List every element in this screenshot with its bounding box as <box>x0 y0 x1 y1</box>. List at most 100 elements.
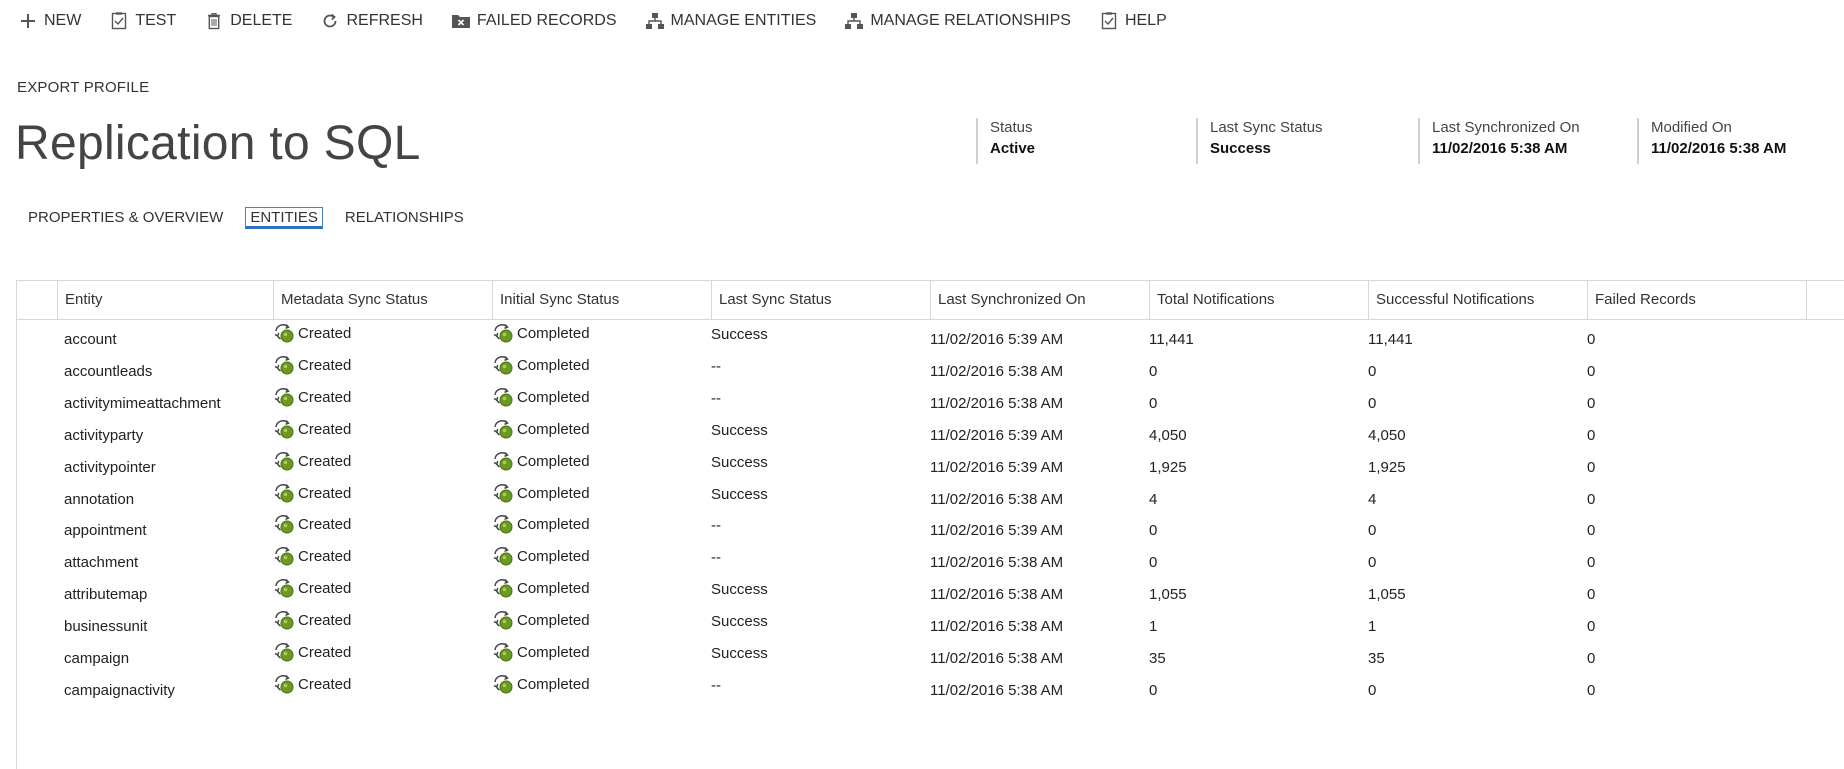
cell-value: -- <box>711 549 721 567</box>
cell-value: 11,441 <box>1149 331 1194 348</box>
sync-status-label: Completed <box>517 675 590 693</box>
cell-value: 0 <box>1587 458 1596 476</box>
help-doc-icon <box>1099 11 1119 31</box>
refresh-button[interactable]: REFRESH <box>320 11 423 31</box>
sync-status: Created <box>273 545 351 567</box>
cell-value: -- <box>711 357 721 375</box>
cell-value: 4,050 <box>1368 426 1406 444</box>
header-field-modified-on: Modified On 11/02/2016 5:38 AM <box>1637 118 1786 164</box>
cell-entity[interactable]: campaignactivity <box>64 670 280 707</box>
new-button-label: NEW <box>44 12 82 29</box>
refresh-button-label: REFRESH <box>346 12 423 29</box>
cell-value: 11/02/2016 5:38 AM <box>930 490 1064 508</box>
sync-status: Completed <box>492 482 590 504</box>
sync-status-label: Completed <box>517 325 590 342</box>
sync-status: Created <box>273 609 351 631</box>
sync-status: Completed <box>492 673 590 695</box>
cell-metadata-sync-status: Created <box>273 670 492 707</box>
column-header-initial-sync-status[interactable]: Initial Sync Status <box>492 281 711 319</box>
sync-success-icon <box>273 513 295 535</box>
table-row[interactable]: campaignactivity Created Completed -- 11/02/… <box>17 670 1844 708</box>
sync-status-label: Completed <box>517 484 590 502</box>
cell-value: 0 <box>1587 426 1596 444</box>
refresh-icon <box>320 11 340 31</box>
sync-status: Completed <box>492 545 590 567</box>
sync-status: Completed <box>492 577 590 599</box>
cell-value: campaign <box>64 650 130 667</box>
cell-value: Success <box>711 581 768 599</box>
cell-value: 0 <box>1368 394 1377 412</box>
column-header-failed-records[interactable]: Failed Records <box>1587 281 1806 319</box>
column-header-metadata-sync-status[interactable]: Metadata Sync Status <box>273 281 492 319</box>
sync-status-label: Created <box>298 388 352 406</box>
cell-value: 0 <box>1149 554 1158 572</box>
sync-success-icon <box>492 609 514 631</box>
column-header-total-notifications[interactable]: Total Notifications <box>1149 281 1368 319</box>
cell-value: activitymimeattachment <box>64 394 221 412</box>
cell-value: 4,050 <box>1149 426 1187 444</box>
cell-value: 11/02/2016 5:38 AM <box>930 554 1064 572</box>
sync-success-icon <box>492 418 514 440</box>
sync-status: Completed <box>492 354 590 376</box>
delete-button[interactable]: DELETE <box>204 11 292 31</box>
failed-records-button[interactable]: FAILED RECORDS <box>451 11 617 31</box>
sync-status-label: Created <box>298 484 352 502</box>
column-header-spacer <box>1806 281 1844 319</box>
sync-status: Created <box>273 450 351 472</box>
cell-value: -- <box>711 517 721 535</box>
header-field-label: Modified On <box>1651 119 1732 136</box>
cell-value: appointment <box>64 522 147 540</box>
cell-value: 0 <box>1587 490 1596 508</box>
sync-status-label: Completed <box>517 580 590 598</box>
tab-entities[interactable]: ENTITIES <box>245 207 323 229</box>
cell-value: annotation <box>64 490 135 508</box>
grid-header-row: Entity Metadata Sync Status Initial Sync S… <box>17 280 1844 320</box>
cell-value: attachment <box>64 554 139 572</box>
manage-entities-button[interactable]: MANAGE ENTITIES <box>645 11 817 31</box>
sync-status: Created <box>273 418 351 440</box>
cell-value: 0 <box>1587 522 1596 540</box>
tab-bar: PROPERTIES & OVERVIEW ENTITIES RELATIONS… <box>24 207 486 229</box>
cell-value: 0 <box>1368 362 1377 380</box>
cell-value: 11/02/2016 5:38 AM <box>930 362 1064 380</box>
cell-initial-sync-status: Completed <box>492 670 711 707</box>
tab-relationships[interactable]: RELATIONSHIPS <box>341 207 468 229</box>
column-header-entity[interactable]: Entity <box>57 281 273 319</box>
column-header-last-sync-status[interactable]: Last Sync Status <box>711 281 930 319</box>
cell-value: 0 <box>1149 681 1158 699</box>
column-header-last-synchronized-on[interactable]: Last Synchronized On <box>930 281 1149 319</box>
sync-success-icon <box>273 609 295 631</box>
header-field-label: Last Synchronized On <box>1432 119 1580 136</box>
sync-status-label: Created <box>298 580 352 598</box>
sync-success-icon <box>273 418 295 440</box>
cell-value: businessunit <box>64 618 148 636</box>
help-button[interactable]: HELP <box>1099 11 1167 31</box>
sync-success-icon <box>273 577 295 599</box>
sync-status: Created <box>273 577 351 599</box>
header-field-value: Active <box>990 140 1036 157</box>
sync-success-icon <box>492 545 514 567</box>
sync-success-icon <box>273 673 295 695</box>
select-all-column[interactable] <box>17 281 57 319</box>
column-header-successful-notifications[interactable]: Successful Notifications <box>1368 281 1587 319</box>
cell-value: 11,441 <box>1368 331 1413 348</box>
cell-last-sync-status: -- <box>711 670 930 707</box>
manage-relationships-button[interactable]: MANAGE RELATIONSHIPS <box>844 11 1071 31</box>
sync-status: Created <box>273 354 351 376</box>
manage-entities-button-label: MANAGE ENTITIES <box>670 12 817 29</box>
sync-status: Completed <box>492 386 590 408</box>
breadcrumb: EXPORT PROFILE <box>17 79 150 96</box>
new-button[interactable]: NEW <box>18 11 81 31</box>
tab-properties-overview[interactable]: PROPERTIES & OVERVIEW <box>24 207 227 229</box>
sync-status-label: Completed <box>517 356 590 374</box>
cell-value: -- <box>711 676 721 694</box>
manage-relationships-button-label: MANAGE RELATIONSHIPS <box>870 12 1071 29</box>
page-title: Replication to SQL <box>15 117 421 170</box>
sync-status: Created <box>273 513 351 535</box>
sync-status-label: Created <box>298 548 352 566</box>
trash-icon <box>204 11 224 31</box>
test-button[interactable]: TEST <box>109 11 176 31</box>
checklist-icon <box>109 11 129 31</box>
sync-success-icon <box>492 577 514 599</box>
cell-value: 0 <box>1149 362 1158 380</box>
